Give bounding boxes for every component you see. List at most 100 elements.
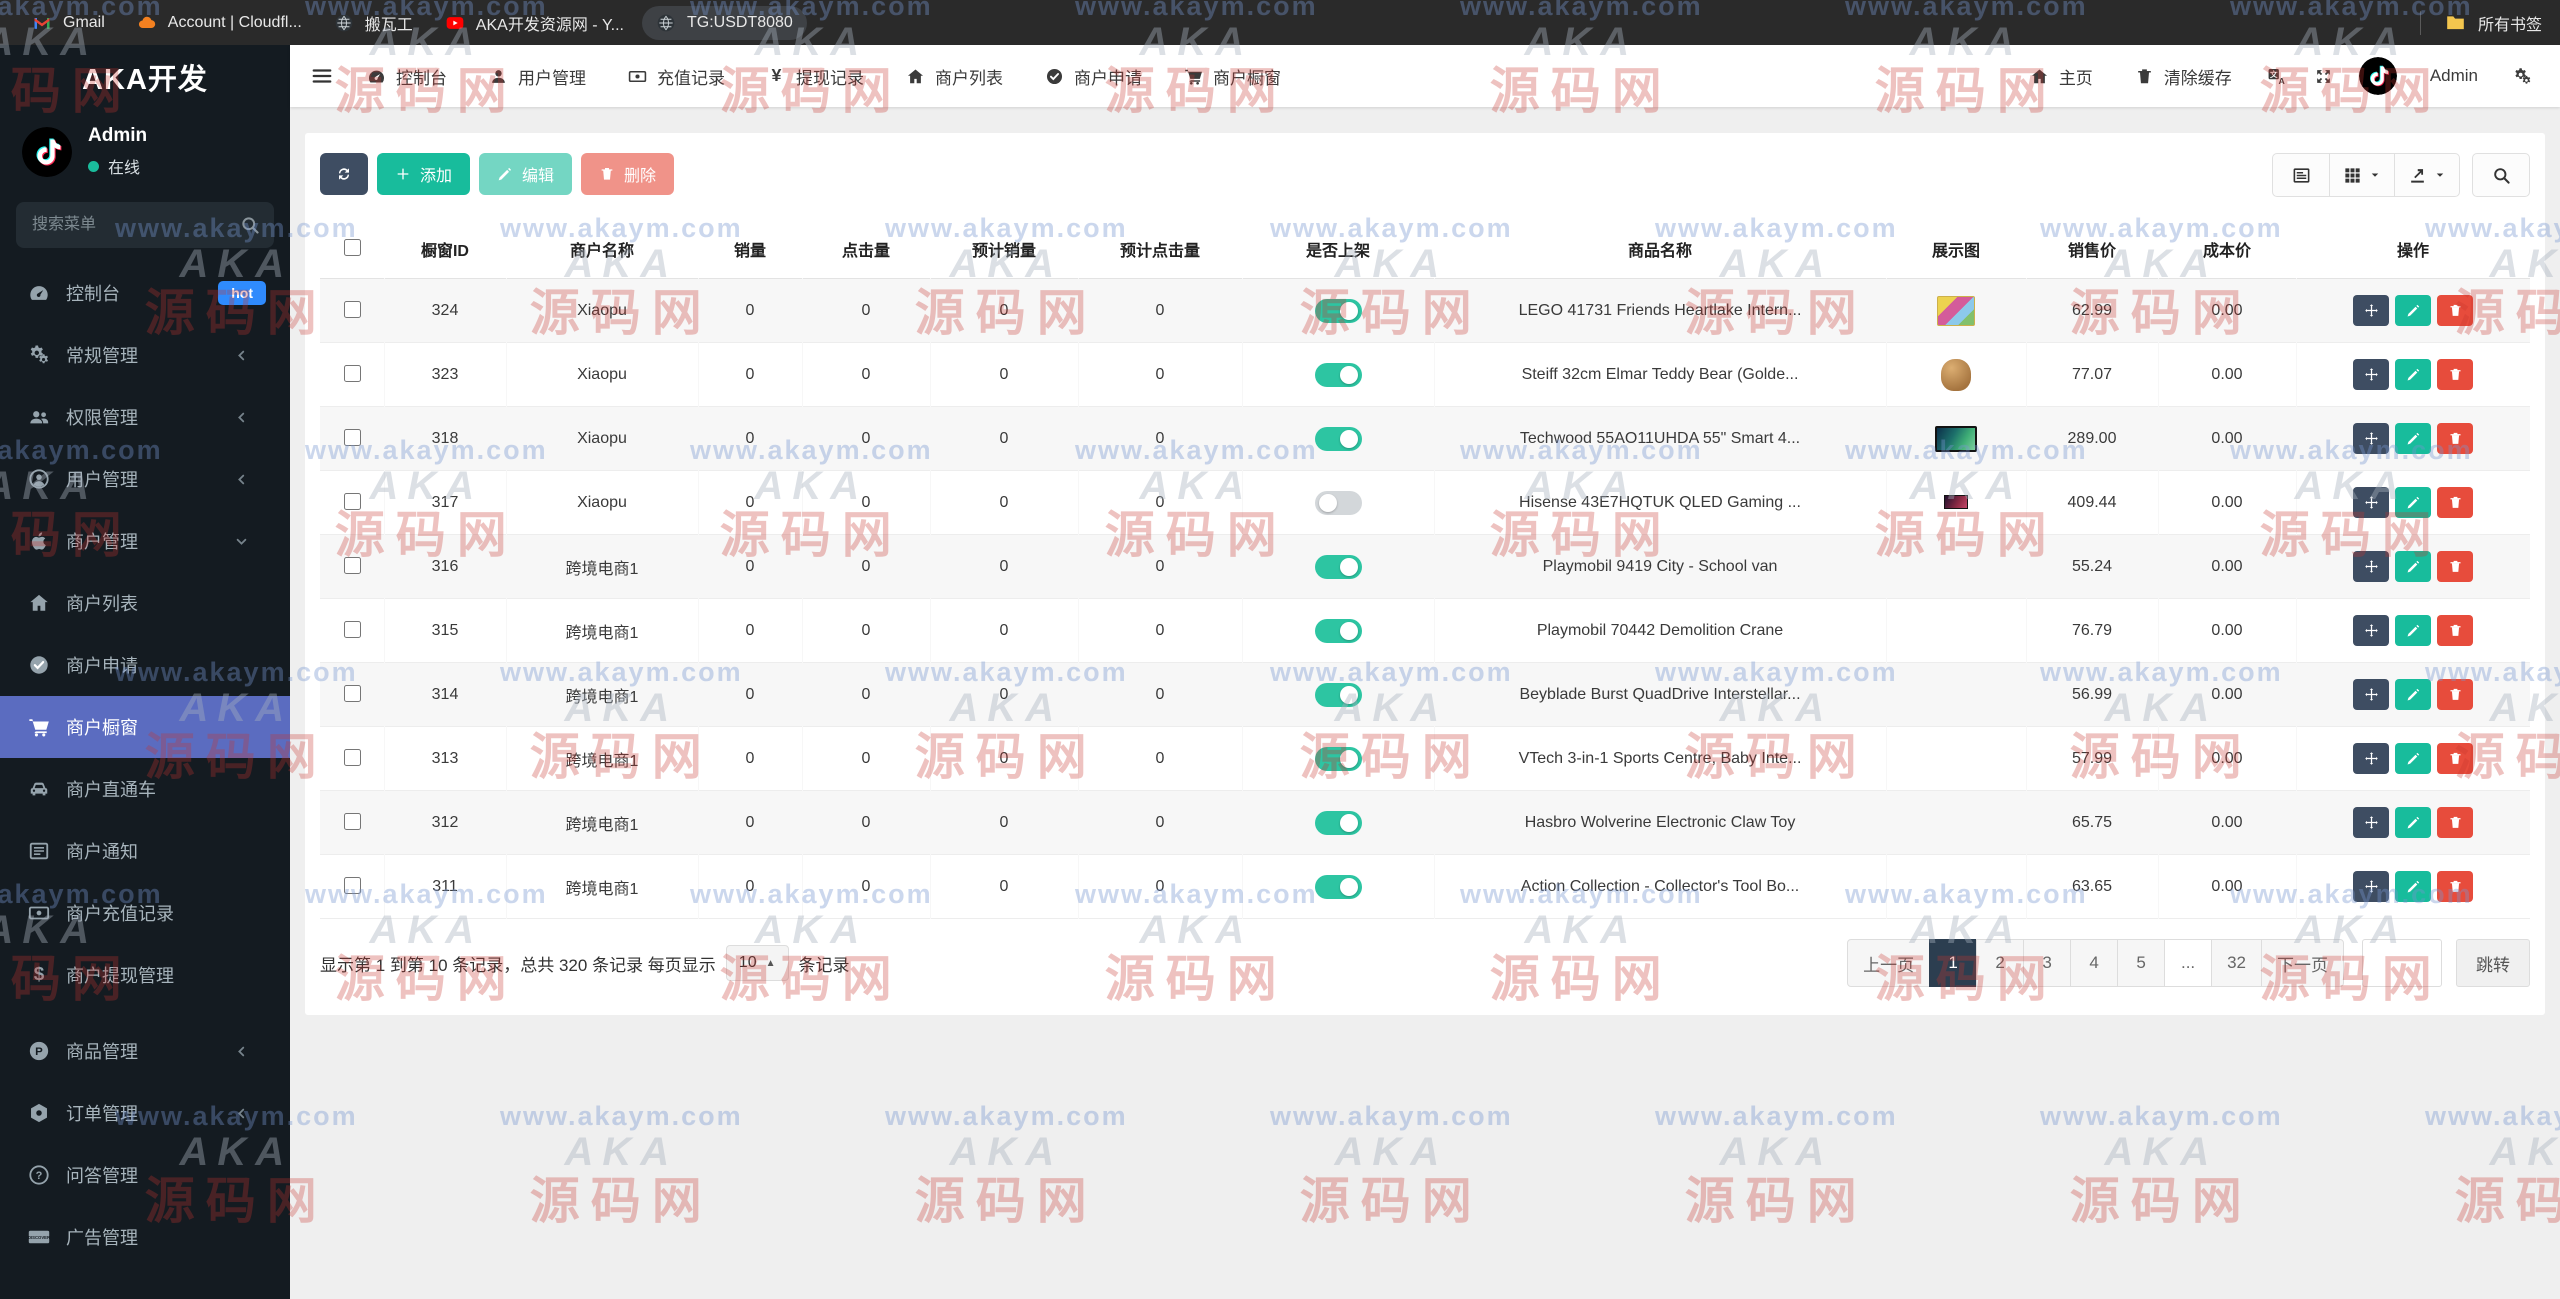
columns-button[interactable] [2329, 153, 2395, 197]
move-button[interactable] [2353, 871, 2390, 902]
delete-row-button[interactable] [2437, 423, 2474, 454]
prev-page-button[interactable]: 上一页 [1847, 939, 1931, 987]
delete-row-button[interactable] [2437, 679, 2474, 710]
topnav-item-settings[interactable] [2499, 45, 2546, 107]
row-checkbox[interactable] [343, 685, 361, 702]
edit-row-button[interactable] [2395, 359, 2432, 390]
menu-search-input[interactable] [16, 202, 274, 248]
jump-button[interactable]: 跳转 [2456, 939, 2530, 987]
sidebar-item-merchant-showcase[interactable]: 商户橱窗 [0, 696, 290, 758]
move-button[interactable] [2353, 743, 2390, 774]
move-button[interactable] [2353, 423, 2390, 454]
bookmark-cloudflare-account[interactable]: Account | Cloudfl... [123, 6, 316, 40]
on-shelf-toggle[interactable] [1314, 362, 1362, 387]
delete-row-button[interactable] [2437, 551, 2474, 582]
edit-row-button[interactable] [2395, 743, 2432, 774]
delete-row-button[interactable] [2437, 359, 2474, 390]
topnav-item-withdraw-records[interactable]: ¥ 提现记录 [746, 45, 885, 107]
row-checkbox[interactable] [343, 365, 361, 382]
sidebar-item-merchant-mgmt[interactable]: 商户管理 [0, 510, 290, 572]
on-shelf-toggle[interactable] [1314, 874, 1362, 899]
sidebar-item-merchant-list[interactable]: 商户列表 [0, 572, 290, 634]
page-button-5[interactable]: 5 [2117, 939, 2166, 987]
avatar[interactable] [22, 126, 72, 177]
topnav-item-merchant-showcase[interactable]: 商户橱窗 [1163, 45, 1302, 107]
refresh-button[interactable] [320, 153, 368, 195]
edit-row-button[interactable] [2395, 295, 2432, 326]
sidebar-item-qa-mgmt[interactable]: ? 问答管理 [0, 1144, 290, 1206]
sidebar-item-merchant-apply[interactable]: 商户申请 [0, 634, 290, 696]
sidebar-item-product-mgmt[interactable]: P 商品管理 [0, 1020, 290, 1082]
move-button[interactable] [2353, 807, 2390, 838]
on-shelf-toggle[interactable] [1314, 554, 1362, 579]
move-button[interactable] [2353, 679, 2390, 710]
row-checkbox[interactable] [343, 877, 361, 894]
sidebar-item-merchant-recharge[interactable]: 商户充值记录 [0, 882, 290, 944]
sidebar-item-permission-mgmt[interactable]: 权限管理 [0, 386, 290, 448]
sidebar-item-user-mgmt[interactable]: 用户管理 [0, 448, 290, 510]
topnav-item-admin-user[interactable]: Admin [2409, 45, 2499, 107]
row-checkbox[interactable] [343, 621, 361, 638]
sidebar-item-merchant-withdraw[interactable]: $ 商户提现管理 [0, 944, 290, 1006]
page-button-4[interactable]: 4 [2070, 939, 2119, 987]
sidebar-item-general-mgmt[interactable]: 常规管理 [0, 324, 290, 386]
sidebar-item-ad-mgmt[interactable]: DISCOVER 广告管理 [0, 1206, 290, 1268]
topnav-item-merchant-apply[interactable]: 商户申请 [1024, 45, 1163, 107]
edit-row-button[interactable] [2395, 423, 2432, 454]
sidebar-item-merchant-express[interactable]: 商户直通车 [0, 758, 290, 820]
on-shelf-toggle[interactable] [1314, 426, 1362, 451]
move-button[interactable] [2353, 295, 2390, 326]
move-button[interactable] [2353, 487, 2390, 518]
delete-row-button[interactable] [2437, 743, 2474, 774]
export-button[interactable] [2394, 153, 2460, 197]
delete-row-button[interactable] [2437, 871, 2474, 902]
delete-row-button[interactable] [2437, 295, 2474, 326]
edit-row-button[interactable] [2395, 807, 2432, 838]
edit-row-button[interactable] [2395, 679, 2432, 710]
row-checkbox[interactable] [343, 813, 361, 830]
on-shelf-toggle[interactable] [1314, 746, 1362, 771]
detail-view-button[interactable] [2272, 153, 2330, 197]
on-shelf-toggle[interactable] [1314, 618, 1362, 643]
move-button[interactable] [2353, 551, 2390, 582]
add-button[interactable]: 添加 [377, 153, 471, 195]
select-all-checkbox[interactable] [344, 239, 361, 256]
edit-row-button[interactable] [2395, 615, 2432, 646]
sidebar-item-order-mgmt[interactable]: 订单管理 [0, 1082, 290, 1144]
move-button[interactable] [2353, 615, 2390, 646]
next-page-button[interactable]: 下一页 [2261, 939, 2344, 987]
delete-row-button[interactable] [2437, 487, 2474, 518]
edit-row-button[interactable] [2395, 871, 2432, 902]
edit-row-button[interactable] [2395, 487, 2432, 518]
row-checkbox[interactable] [343, 429, 361, 446]
page-button-2[interactable]: 2 [1976, 939, 2025, 987]
delete-row-button[interactable] [2437, 615, 2474, 646]
topnav-item-fullscreen[interactable] [2300, 45, 2347, 107]
page-button-32[interactable]: 32 [2211, 939, 2262, 987]
sidebar-toggle-button[interactable] [298, 52, 346, 100]
edit-row-button[interactable] [2395, 551, 2432, 582]
sidebar-item-merchant-notice[interactable]: 商户通知 [0, 820, 290, 882]
topnav-item-home-page[interactable]: 主页 [2009, 45, 2114, 107]
topnav-item-language[interactable]: 文A [2253, 45, 2300, 107]
delete-row-button[interactable] [2437, 807, 2474, 838]
all-bookmarks[interactable]: 所有书签 [2419, 10, 2542, 35]
on-shelf-toggle[interactable] [1314, 298, 1362, 323]
delete-button[interactable]: 删除 [581, 153, 675, 195]
jump-page-input[interactable] [2362, 939, 2442, 987]
page-button-1[interactable]: 1 [1929, 939, 1978, 987]
page-button-3[interactable]: 3 [2023, 939, 2072, 987]
on-shelf-toggle[interactable] [1314, 682, 1362, 707]
bookmark-banwagong[interactable]: 搬瓦工 [320, 4, 427, 42]
page-button-...[interactable]: ... [2164, 939, 2213, 987]
row-checkbox[interactable] [343, 557, 361, 574]
topnav-item-recharge-records[interactable]: 充值记录 [607, 45, 746, 107]
topnav-item-merchant-list[interactable]: 商户列表 [885, 45, 1024, 107]
topnav-item-user-mgmt[interactable]: 用户管理 [468, 45, 607, 107]
topnav-item-dashboard[interactable]: 控制台 [346, 45, 468, 107]
on-shelf-toggle[interactable] [1314, 810, 1362, 835]
bookmark-aka-dev-site[interactable]: AKA开发资源网 - Y... [431, 4, 638, 42]
navbar-avatar[interactable] [2358, 57, 2397, 95]
page-size-select[interactable]: 10 ▲ [725, 945, 789, 981]
move-button[interactable] [2353, 359, 2390, 390]
